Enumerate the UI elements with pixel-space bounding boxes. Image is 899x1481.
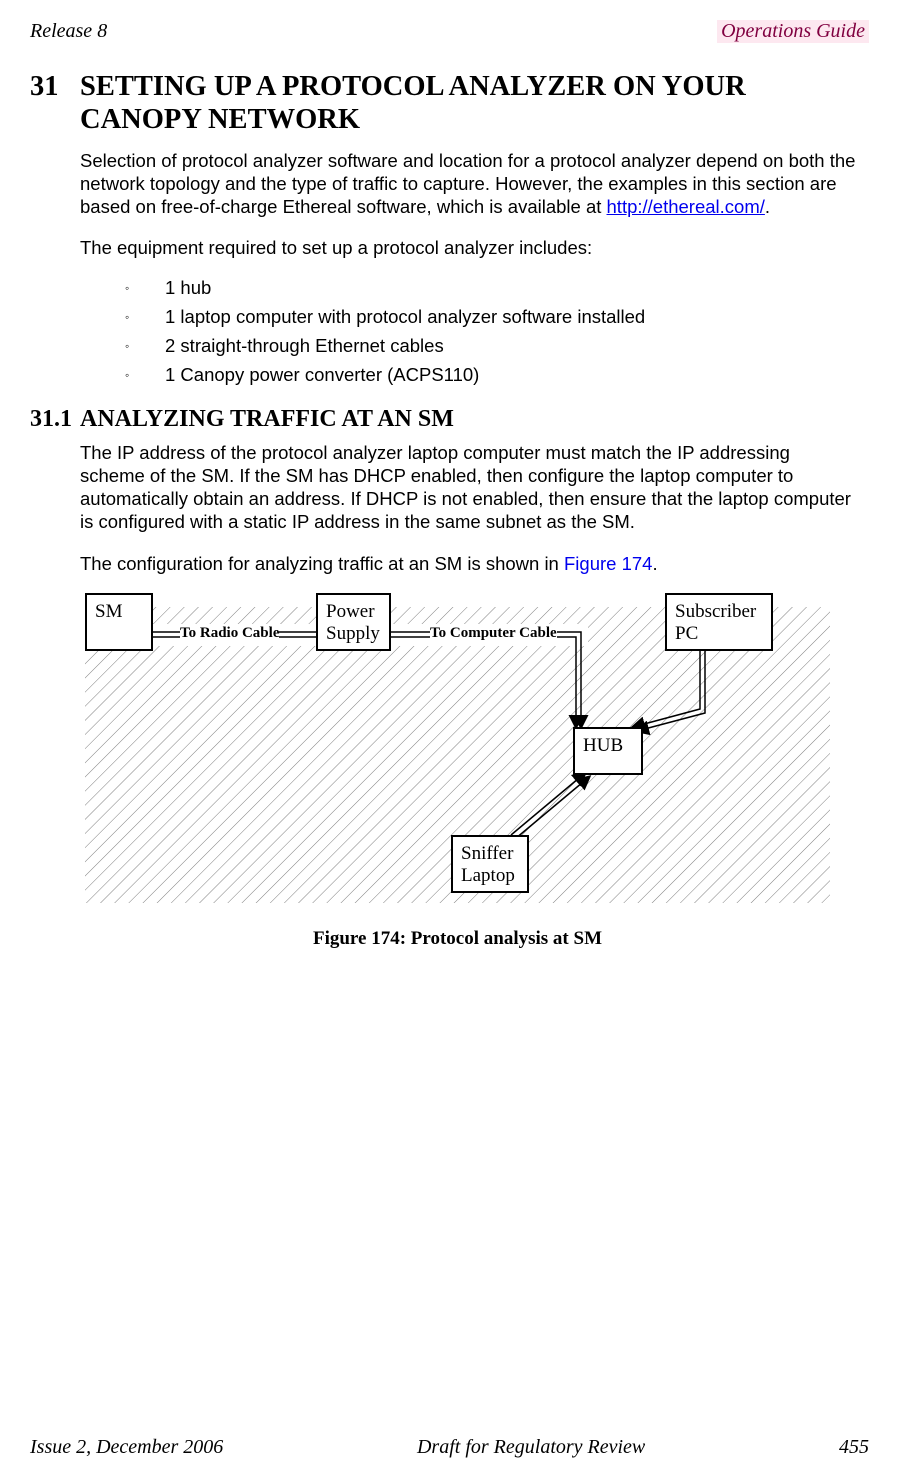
h2-number: 31.1: [30, 406, 80, 433]
diagram: SM To Radio Cable Power Supply To Comput…: [85, 593, 830, 918]
heading-1: 31 SETTING UP A PROTOCOL ANALYZER ON YOU…: [30, 71, 869, 137]
paragraph-3: The IP address of the protocol analyzer …: [80, 441, 859, 534]
footer-right: 455: [839, 1436, 869, 1459]
list-item: ◦2 straight-through Ethernet cables: [125, 335, 869, 357]
list-item: ◦1 laptop computer with protocol analyze…: [125, 306, 869, 328]
list-text: 1 hub: [165, 277, 211, 299]
h1-number: 31: [30, 71, 80, 137]
ethereal-link[interactable]: http://ethereal.com/: [607, 196, 765, 217]
list-text: 1 laptop computer with protocol analyzer…: [165, 306, 645, 328]
list-text: 2 straight-through Ethernet cables: [165, 335, 444, 357]
page-header: Release 8 Operations Guide: [30, 20, 869, 43]
equipment-list: ◦1 hub ◦1 laptop computer with protocol …: [125, 277, 869, 386]
h1-title: SETTING UP A PROTOCOL ANALYZER ON YOUR C…: [80, 71, 869, 137]
footer-left: Issue 2, December 2006: [30, 1436, 223, 1459]
figure-caption: Figure 174: Protocol analysis at SM: [85, 928, 830, 950]
footer-center: Draft for Regulatory Review: [417, 1436, 645, 1459]
p4-text-b: .: [652, 553, 657, 574]
bullet-icon: ◦: [125, 277, 165, 299]
bullet-icon: ◦: [125, 306, 165, 328]
radio-cable-label: To Radio Cable: [180, 625, 279, 642]
hub-box: HUB: [573, 727, 643, 775]
list-text: 1 Canopy power converter (ACPS110): [165, 364, 479, 386]
p4-text-a: The configuration for analyzing traffic …: [80, 553, 564, 574]
page-footer: Issue 2, December 2006 Draft for Regulat…: [30, 1436, 869, 1459]
sm-box: SM: [85, 593, 153, 651]
paragraph-2: The equipment required to set up a proto…: [80, 236, 859, 259]
header-left: Release 8: [30, 20, 107, 43]
sniffer-laptop-box: Sniffer Laptop: [451, 835, 529, 893]
figure-174: SM To Radio Cable Power Supply To Comput…: [85, 593, 830, 950]
paragraph-1: Selection of protocol analyzer software …: [80, 149, 859, 218]
bullet-icon: ◦: [125, 335, 165, 357]
bullet-icon: ◦: [125, 364, 165, 386]
heading-2: 31.1 ANALYZING TRAFFIC AT AN SM: [30, 406, 869, 433]
h2-title: ANALYZING TRAFFIC AT AN SM: [80, 406, 454, 433]
header-right: Operations Guide: [717, 20, 869, 43]
figure-reference: Figure 174: [564, 553, 652, 574]
list-item: ◦1 hub: [125, 277, 869, 299]
list-item: ◦1 Canopy power converter (ACPS110): [125, 364, 869, 386]
paragraph-4: The configuration for analyzing traffic …: [80, 552, 859, 575]
power-supply-box: Power Supply: [316, 593, 391, 651]
p1-text-b: .: [765, 196, 770, 217]
subscriber-pc-box: Subscriber PC: [665, 593, 773, 651]
computer-cable-label: To Computer Cable: [430, 625, 557, 642]
